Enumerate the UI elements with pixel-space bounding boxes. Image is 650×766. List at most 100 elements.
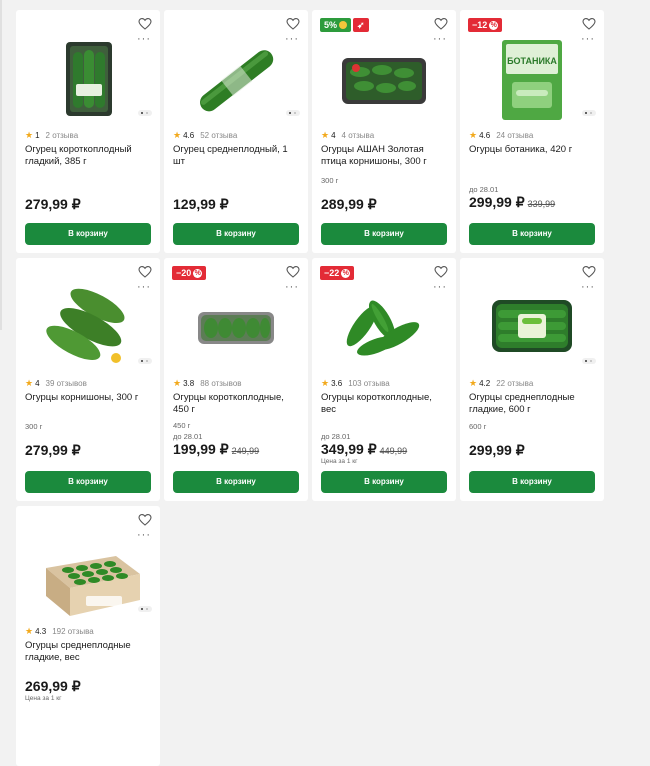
brand-badge: ➶	[353, 18, 369, 32]
product-card[interactable]: ··· ★ 1 2 отзыва Огурец короткоплодный гла…	[16, 10, 160, 253]
product-card[interactable]: −22% ··· ★ 3.6 103 отзыва Огурцы короткопл…	[312, 258, 456, 501]
gallery-dots[interactable]	[582, 358, 596, 364]
heart-icon[interactable]	[434, 265, 448, 279]
heart-icon[interactable]	[286, 17, 300, 31]
rating: ★ 4 4 отзыва	[321, 130, 374, 141]
product-image[interactable]	[460, 286, 604, 370]
heart-icon[interactable]	[138, 265, 152, 279]
heart-icon[interactable]	[138, 17, 152, 31]
add-to-cart-button[interactable]: В корзину	[173, 471, 299, 493]
reviews-link[interactable]: 4 отзыва	[342, 131, 375, 140]
add-to-cart-button[interactable]: В корзину	[173, 223, 299, 245]
product-name[interactable]: Огурцы ботаника, 420 г	[469, 144, 597, 156]
price-old: 339,99	[527, 199, 556, 209]
product-image[interactable]	[312, 286, 456, 370]
gallery-dots[interactable]	[138, 110, 152, 116]
add-to-cart-button[interactable]: В корзину	[469, 471, 595, 493]
rating-value: 3.8	[183, 379, 195, 388]
product-name[interactable]: Огурец короткоплодный гладкий, 385 г	[25, 144, 153, 168]
promo-until: до 28.01	[469, 185, 499, 194]
heart-icon[interactable]	[286, 265, 300, 279]
reviews-link[interactable]: 192 отзыва	[52, 627, 94, 636]
rating-value: 1	[35, 131, 40, 140]
heart-icon[interactable]	[434, 17, 448, 31]
product-card[interactable]: 5% ➶ ··· ★ 4 4 отзыва Огурцы АШАН Золотая …	[312, 10, 456, 253]
product-card[interactable]: ··· ★ 4.6 52 отзыва Огурец среднеплодный, …	[164, 10, 308, 253]
price-old: 449,99	[379, 446, 408, 456]
product-name[interactable]: Огурец среднеплодный, 1 шт	[173, 144, 301, 168]
gallery-dots[interactable]	[138, 358, 152, 364]
product-weight: 600 г	[469, 422, 487, 431]
product-name[interactable]: Огурцы среднеплодные гладкие, вес	[25, 640, 153, 664]
badges: −20%	[172, 266, 207, 280]
product-weight: 300 г	[25, 422, 43, 431]
reviews-link[interactable]: 24 отзыва	[496, 131, 533, 140]
product-image[interactable]: БОТАНИКА	[460, 38, 604, 122]
star-icon: ★	[321, 130, 330, 140]
gallery-dots[interactable]	[286, 110, 300, 116]
unit-price-note: Цена за 1 кг	[25, 695, 62, 702]
product-name[interactable]: Огурцы корнишоны, 300 г	[25, 392, 153, 404]
reviews-link[interactable]: 103 отзыва	[348, 379, 390, 388]
reviews-link[interactable]: 2 отзыва	[46, 131, 79, 140]
reviews-link[interactable]: 39 отзывов	[46, 379, 87, 388]
product-card[interactable]: −20% ··· ★ 3.8 88 отзывов Огурцы короткопл…	[164, 258, 308, 501]
product-image[interactable]	[312, 38, 456, 122]
price: 279,99 ₽	[25, 442, 81, 459]
rating: ★ 4 39 отзывов	[25, 378, 87, 389]
star-icon: ★	[25, 626, 34, 636]
product-card[interactable]: ··· ★ 4 39 отзывов Огурцы корнишоны, 300 г…	[16, 258, 160, 501]
product-name[interactable]: Огурцы среднеплодные гладкие, 600 г	[469, 392, 597, 416]
price-current: 279,99 ₽	[25, 442, 81, 458]
product-image[interactable]	[16, 38, 160, 122]
reviews-link[interactable]: 88 отзывов	[200, 379, 241, 388]
bag-label: БОТАНИКА	[507, 56, 557, 66]
product-card[interactable]: −12% ··· БОТАНИКА ★ 4.6 24 отзыва Огурцы б…	[460, 10, 604, 253]
star-icon: ★	[469, 130, 478, 140]
price-current: 199,99 ₽	[173, 441, 229, 457]
badges: −12%	[468, 18, 503, 32]
rating: ★ 3.8 88 отзывов	[173, 378, 242, 389]
product-card[interactable]: ··· ★ 4.2 22 отзыва Огурцы среднеплодные г…	[460, 258, 604, 501]
add-to-cart-button[interactable]: В корзину	[321, 471, 447, 493]
price-current: 279,99 ₽	[25, 196, 81, 212]
product-name[interactable]: Огурцы АШАН Золотая птица корнишоны, 300…	[321, 144, 449, 168]
heart-icon[interactable]	[138, 513, 152, 527]
promo-until: до 28.01	[321, 432, 351, 441]
discount-text: −22	[324, 268, 340, 278]
star-icon: ★	[25, 130, 34, 140]
price-current: 299,99 ₽	[469, 194, 525, 210]
product-card[interactable]: ··· ★ 4.3 192 отзыва Огурцы среднеплодные …	[16, 506, 160, 766]
add-to-cart-button[interactable]: В корзину	[25, 471, 151, 493]
product-image[interactable]	[164, 286, 308, 370]
coin-icon	[339, 21, 348, 29]
product-image[interactable]	[16, 286, 160, 370]
price: 129,99 ₽	[173, 196, 229, 213]
unit-price-note: Цена за 1 кг	[321, 458, 358, 465]
price: 349,99 ₽449,99	[321, 441, 407, 458]
product-name[interactable]: Огурцы короткоплодные, 450 г	[173, 392, 301, 416]
heart-icon[interactable]	[582, 265, 596, 279]
reviews-link[interactable]: 22 отзыва	[496, 379, 533, 388]
add-to-cart-button[interactable]: В корзину	[321, 223, 447, 245]
gallery-dots[interactable]	[582, 110, 596, 116]
reviews-link[interactable]: 52 отзыва	[200, 131, 237, 140]
price-current: 349,99 ₽	[321, 441, 377, 457]
star-icon: ★	[25, 378, 34, 388]
heart-icon[interactable]	[582, 17, 596, 31]
cashback-badge: 5%	[320, 18, 352, 32]
product-image[interactable]	[164, 38, 308, 122]
gallery-dots[interactable]	[138, 606, 152, 612]
product-grid: ··· ★ 1 2 отзыва Огурец короткоплодный гла…	[16, 10, 604, 766]
add-to-cart-button[interactable]: В корзину	[25, 223, 151, 245]
rating-value: 4	[35, 379, 40, 388]
product-image[interactable]	[16, 534, 160, 618]
page-edge	[0, 0, 2, 330]
rating: ★ 4.3 192 отзыва	[25, 626, 94, 637]
add-to-cart-button[interactable]: В корзину	[469, 223, 595, 245]
badges: 5% ➶	[320, 18, 369, 32]
discount-badge: −22%	[320, 266, 355, 280]
price: 269,99 ₽	[25, 678, 81, 695]
discount-text: −20	[176, 268, 192, 278]
product-name[interactable]: Огурцы короткоплодные, вес	[321, 392, 449, 416]
